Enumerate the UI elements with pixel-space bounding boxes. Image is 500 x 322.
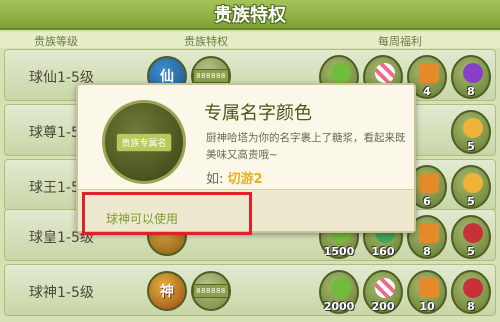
chip-badge-icon: 888888 bbox=[191, 271, 231, 311]
row-label: 球神1-5级 bbox=[29, 285, 94, 301]
page-title: 贵族特权 bbox=[214, 5, 286, 26]
tooltip-title: 专属名字颜色 bbox=[204, 103, 312, 124]
column-headers: 贵族等级 贵族特权 每周福利 bbox=[0, 32, 500, 48]
god-badge-icon: 神 bbox=[147, 271, 187, 311]
table-row: 球神1-5级 神 888888 2000 200 10 8 bbox=[4, 264, 496, 316]
potion-icon: 8 bbox=[451, 55, 491, 99]
column-privilege: 贵族特权 bbox=[184, 35, 228, 48]
title-bar: 贵族特权 bbox=[0, 0, 500, 30]
cupcake-icon: 5 bbox=[451, 165, 491, 209]
example-name: 切游2 bbox=[227, 172, 263, 187]
candy-icon: 200 bbox=[363, 270, 403, 314]
lollipop-icon: 2000 bbox=[319, 270, 359, 314]
column-level: 贵族等级 bbox=[34, 35, 78, 48]
tooltip-example: 如: 切游2 bbox=[206, 172, 263, 187]
potion-icon: 5 bbox=[451, 215, 491, 259]
chocolate-bar-icon: 10 bbox=[407, 270, 447, 314]
cupcake-icon: 5 bbox=[451, 110, 491, 154]
column-weekly: 每周福利 bbox=[378, 35, 422, 48]
potion-icon: 8 bbox=[451, 270, 491, 314]
highlight-box bbox=[82, 192, 252, 235]
nameplate-badge-icon: 贵族专属名 bbox=[102, 100, 186, 184]
tooltip-description: 厨神哈塔为你的名字裹上了糖浆，看起来既美味又高贵哦~ bbox=[206, 132, 406, 161]
